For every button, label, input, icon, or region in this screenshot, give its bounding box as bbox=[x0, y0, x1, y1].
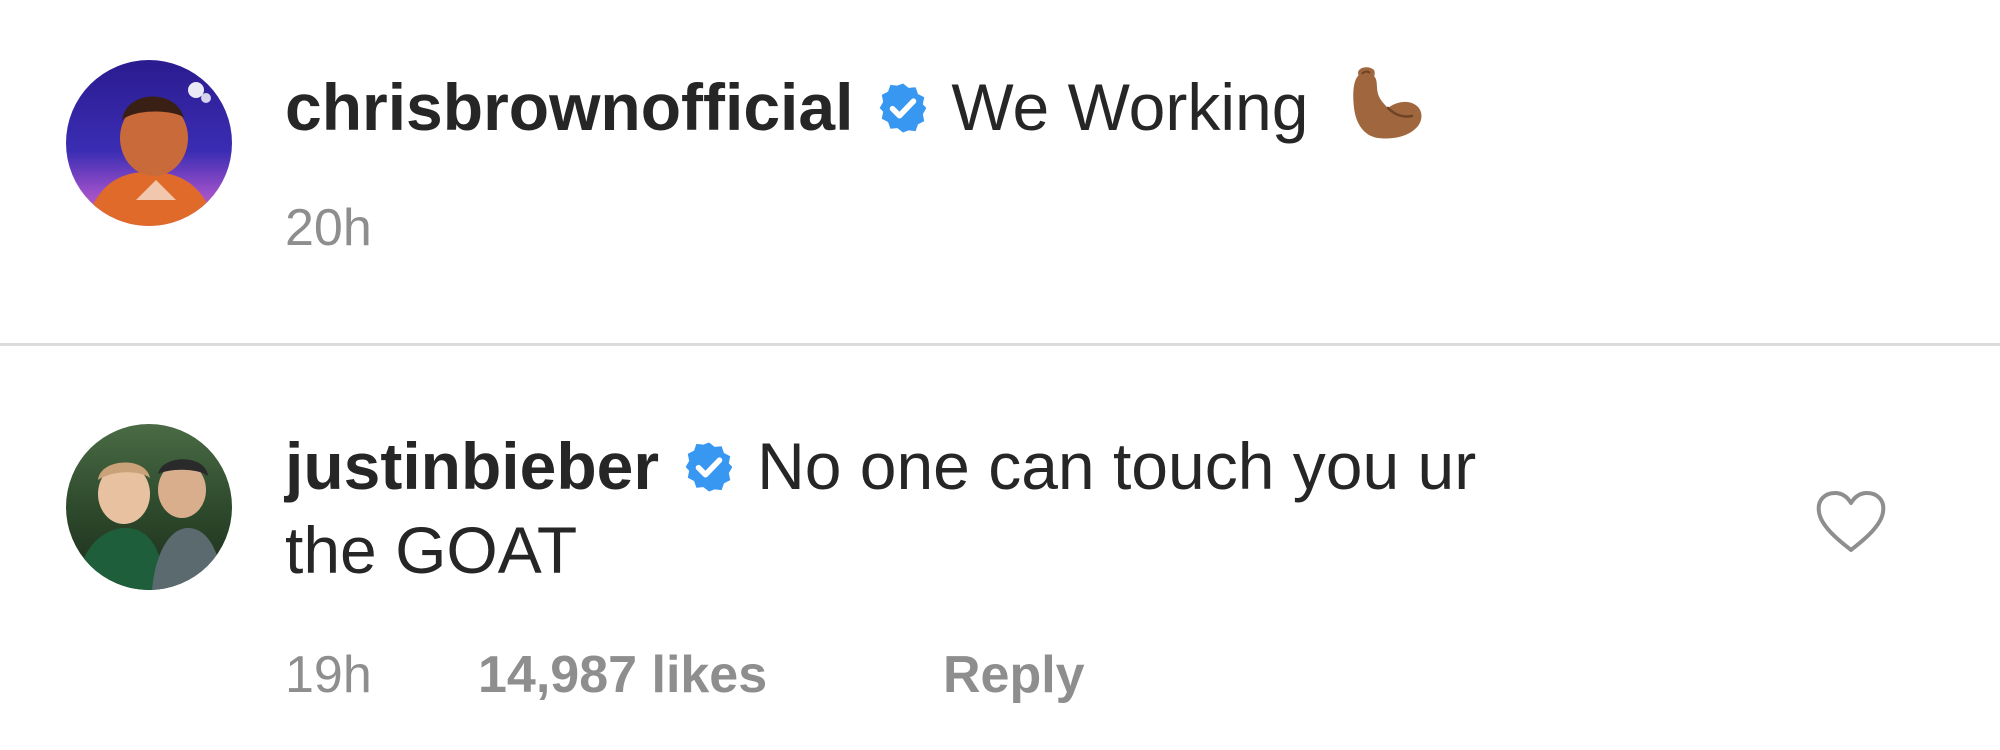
comment-text: We Working bbox=[951, 70, 1309, 144]
avatar[interactable] bbox=[66, 60, 232, 226]
comment-text-line-2: the GOAT bbox=[285, 513, 578, 587]
comment-time: 19h bbox=[285, 646, 372, 704]
likes-count[interactable]: 14,987 likes bbox=[478, 646, 767, 704]
avatar[interactable] bbox=[66, 424, 232, 590]
username[interactable]: chrisbrownofficial bbox=[285, 70, 853, 144]
flexed-biceps-icon bbox=[1338, 60, 1428, 150]
reply-button[interactable]: Reply bbox=[943, 646, 1085, 704]
heart-outline-icon[interactable] bbox=[1815, 490, 1887, 554]
comment-time: 20h bbox=[285, 199, 372, 257]
username[interactable]: justinbieber bbox=[285, 429, 659, 503]
verified-badge-icon bbox=[875, 80, 931, 136]
comment-text-line-1: No one can touch you ur bbox=[757, 429, 1477, 503]
verified-badge-icon bbox=[681, 439, 737, 495]
comment-divider bbox=[0, 343, 2000, 346]
